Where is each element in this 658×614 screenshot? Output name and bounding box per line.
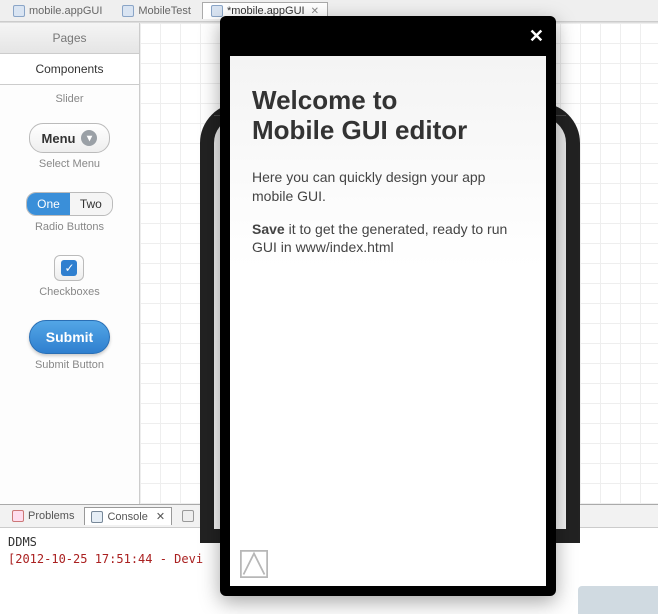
tab-mobiletest[interactable]: MobileTest xyxy=(113,2,200,20)
component-submit-button[interactable]: Submit Submit Button xyxy=(29,320,110,383)
file-icon xyxy=(211,5,223,17)
component-radio-buttons[interactable]: One Two Radio Buttons xyxy=(26,192,113,245)
modal-content: Welcome to Mobile GUI editor Here you ca… xyxy=(230,56,546,301)
modal-title: Welcome to Mobile GUI editor xyxy=(252,86,524,146)
slider-label: Slider xyxy=(55,93,83,105)
close-icon[interactable]: ✕ xyxy=(529,26,544,47)
sidebar-tab-pages[interactable]: Pages xyxy=(0,23,139,54)
checkboxes-label: Checkboxes xyxy=(39,286,100,298)
menu-button[interactable]: Menu ▾ xyxy=(29,123,111,153)
tab-label: MobileTest xyxy=(138,5,191,17)
brand-logo-icon xyxy=(240,550,268,578)
tab-label: mobile.appGUI xyxy=(29,5,102,17)
sidebar: Pages Components Slider Menu ▾ Select Me… xyxy=(0,23,140,504)
component-select-menu[interactable]: Menu ▾ Select Menu xyxy=(29,123,111,182)
tab-servers[interactable] xyxy=(176,508,200,524)
file-icon xyxy=(122,5,134,17)
modal-paragraph-2: Save it to get the generated, ready to r… xyxy=(252,220,524,258)
radio-buttons-label: Radio Buttons xyxy=(35,221,104,233)
submit-button-label: Submit Button xyxy=(35,359,104,371)
modal-paragraph-2-rest: it to get the generated, ready to run GU… xyxy=(252,221,507,256)
components-list: Slider Menu ▾ Select Menu One Two Radio … xyxy=(0,85,139,395)
problems-label: Problems xyxy=(28,510,74,522)
welcome-modal: ✕ Welcome to Mobile GUI editor Here you … xyxy=(220,16,556,596)
tab-console[interactable]: Console ✕ xyxy=(84,507,172,525)
chevron-down-icon: ▾ xyxy=(81,130,97,146)
file-icon xyxy=(13,5,25,17)
radio-group[interactable]: One Two xyxy=(26,192,113,216)
select-menu-label: Select Menu xyxy=(39,158,100,170)
save-word: Save xyxy=(252,221,285,237)
sidebar-tab-components[interactable]: Components xyxy=(0,54,139,85)
component-checkboxes[interactable]: ✓ Checkboxes xyxy=(39,255,100,310)
tab-mobile-appgui[interactable]: mobile.appGUI xyxy=(4,2,111,20)
modal-title-line2: Mobile GUI editor xyxy=(252,115,467,145)
tab-problems[interactable]: Problems xyxy=(6,508,80,524)
close-icon[interactable]: ✕ xyxy=(156,510,165,523)
modal-body: Welcome to Mobile GUI editor Here you ca… xyxy=(230,56,546,586)
console-icon xyxy=(91,511,103,523)
close-icon[interactable]: ✕ xyxy=(309,6,319,17)
radio-option-two[interactable]: Two xyxy=(70,193,112,215)
servers-icon xyxy=(182,510,194,522)
watermark xyxy=(578,586,658,614)
submit-button[interactable]: Submit xyxy=(29,320,110,354)
modal-paragraph-1: Here you can quickly design your app mob… xyxy=(252,168,524,206)
modal-title-line1: Welcome to xyxy=(252,85,397,115)
radio-option-one[interactable]: One xyxy=(27,193,70,215)
checkbox-demo[interactable]: ✓ xyxy=(54,255,84,281)
problems-icon xyxy=(12,510,24,522)
checkmark-icon: ✓ xyxy=(61,260,77,276)
console-label: Console xyxy=(107,511,147,523)
menu-button-label: Menu xyxy=(42,131,76,146)
